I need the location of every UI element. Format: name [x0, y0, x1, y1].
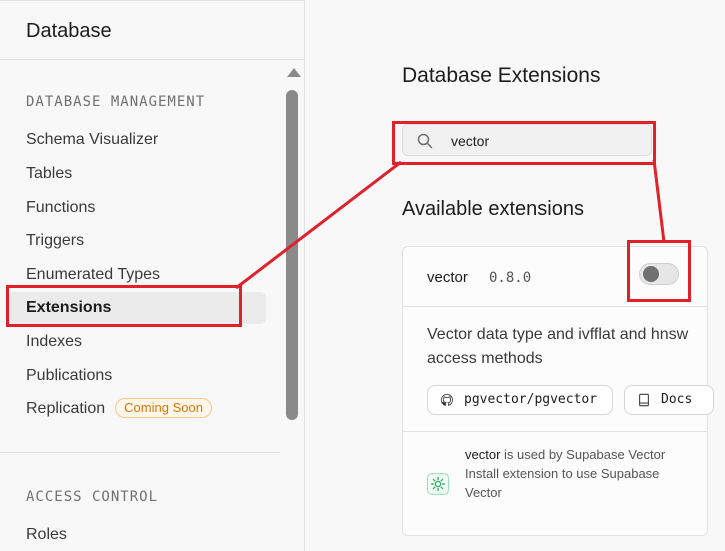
- sidebar-title: Database: [0, 0, 304, 60]
- settings-gear-icon: [427, 473, 449, 495]
- highlight-toggle: [627, 240, 691, 302]
- github-icon: [440, 393, 453, 406]
- github-link-button[interactable]: pgvector/pgvector: [427, 385, 613, 415]
- usage-install-text: Install extension to use Supabase Vector: [465, 466, 660, 500]
- sidebar-item-label: Replication: [26, 400, 106, 417]
- extension-usage-note: vector is used by Supabase Vector Instal…: [465, 445, 695, 502]
- sidebar-scrollbar[interactable]: [284, 62, 301, 422]
- scroll-up-arrow-icon[interactable]: [287, 68, 301, 77]
- section-divider: [0, 452, 280, 453]
- sidebar-item-triggers[interactable]: Triggers: [26, 229, 84, 253]
- available-extensions-title: Available extensions: [402, 198, 584, 220]
- usage-extension-name: vector: [465, 447, 501, 462]
- section-title-database-management: DATABASE MANAGEMENT: [26, 94, 206, 110]
- sidebar: Database DATABASE MANAGEMENT Schema Visu…: [0, 0, 305, 551]
- github-link-label: pgvector/pgvector: [464, 392, 598, 407]
- card-divider: [403, 431, 707, 432]
- extension-version: 0.8.0: [489, 270, 532, 286]
- highlight-search: [392, 121, 656, 165]
- sidebar-item-roles[interactable]: Roles: [26, 523, 67, 547]
- page-title: Database Extensions: [402, 64, 601, 87]
- sidebar-item-publications[interactable]: Publications: [26, 364, 112, 388]
- book-icon: [639, 393, 649, 407]
- sidebar-item-functions[interactable]: Functions: [26, 196, 95, 220]
- scroll-thumb[interactable]: [286, 90, 298, 420]
- usage-used-by: is used by Supabase Vector: [500, 447, 666, 462]
- sidebar-item-schema-visualizer[interactable]: Schema Visualizer: [26, 128, 158, 152]
- sidebar-item-replication[interactable]: Replication Coming Soon: [26, 397, 212, 421]
- section-title-access-control: ACCESS CONTROL: [26, 489, 159, 505]
- sidebar-item-tables[interactable]: Tables: [26, 162, 72, 186]
- extension-name: vector: [427, 269, 468, 286]
- extension-description: Vector data type and ivfflat and hnsw ac…: [427, 326, 689, 367]
- coming-soon-badge: Coming Soon: [115, 398, 212, 418]
- sidebar-item-enumerated-types[interactable]: Enumerated Types: [26, 263, 160, 287]
- sidebar-item-indexes[interactable]: Indexes: [26, 330, 82, 354]
- docs-link-button[interactable]: Docs: [624, 385, 714, 415]
- highlight-extensions: [6, 285, 242, 327]
- docs-link-label: Docs: [661, 392, 693, 407]
